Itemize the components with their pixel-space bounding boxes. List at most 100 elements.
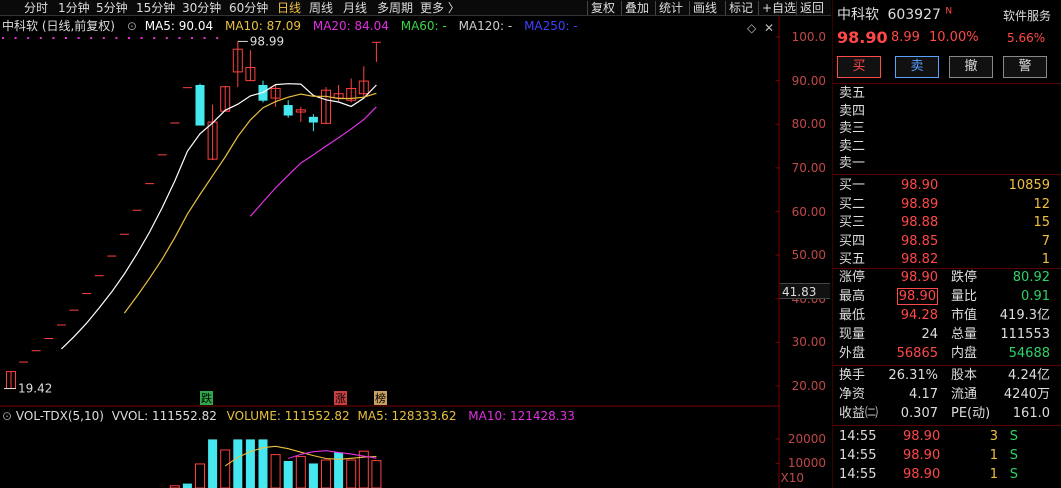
quote-panel: 中科软 603927 N 软件服务 5.66% 98.90 8.99 10.00… <box>832 0 1061 488</box>
buy-level-volume: 7 <box>1041 233 1050 249</box>
buy-level: 买三 98.88 15 <box>833 213 1061 232</box>
toolbar-separator <box>725 1 726 15</box>
volume-bar <box>334 452 344 488</box>
buy-level-price: 98.90 <box>901 178 939 193</box>
candle-body <box>56 324 66 326</box>
buy-level-label: 买一 <box>839 178 866 193</box>
stat-value: 0.91 <box>1021 289 1050 304</box>
candle-body <box>44 338 54 340</box>
period-tab-10[interactable]: 更多 〉 <box>420 0 460 16</box>
volume-bar <box>270 454 281 488</box>
candle-body <box>308 116 318 123</box>
top-dot-marker <box>115 37 118 39</box>
buy-level: 买五 98.82 1 <box>833 250 1061 269</box>
buy-level-price: 98.88 <box>901 215 939 230</box>
toolbar-action-5[interactable]: +自选 <box>762 0 796 16</box>
period-tab-4[interactable]: 30分钟 <box>182 0 221 16</box>
stat-value: 419.3亿 <box>999 308 1050 323</box>
stat-row: 涨停 98.90 跌停 80.92 <box>833 268 1061 287</box>
sell-level: 卖三 <box>833 119 1061 138</box>
volume-label: VOLUME: 111552.82 <box>226 409 350 423</box>
candle-body <box>371 41 381 43</box>
top-dot-marker <box>165 37 168 39</box>
toolbar-separator <box>655 1 656 15</box>
tick-volume: 1 <box>989 448 998 463</box>
period-tab-3[interactable]: 15分钟 <box>136 0 175 16</box>
stat-value: 4240万 <box>1003 387 1050 402</box>
candle-body <box>132 209 142 211</box>
stat-label: 净资 <box>839 387 866 402</box>
toolbar-action-0[interactable]: 复权 <box>591 0 615 16</box>
top-dot-marker <box>27 37 30 39</box>
cancel-order-button[interactable]: 撤 <box>949 56 993 78</box>
stat-label: 市值 <box>951 308 978 323</box>
toolbar-action-1[interactable]: 叠加 <box>625 0 649 16</box>
toolbar-action-2[interactable]: 统计 <box>659 0 683 16</box>
stat-label: 量比 <box>951 289 978 304</box>
buy-level-label: 买二 <box>839 196 866 212</box>
stat-row: 现量 24 总量 111553 <box>833 325 1061 344</box>
stat-value: 111553 <box>1000 327 1050 342</box>
stock-name: 中科软 603927 N <box>837 4 952 24</box>
y-tick-label: 100.0 <box>791 30 826 44</box>
buy-level-price: 98.89 <box>901 196 939 212</box>
stat-value: 24 <box>921 327 938 342</box>
y-tick-label: 30.00 <box>791 335 826 350</box>
volume-bar <box>371 460 382 488</box>
buy-level: 买四 98.85 7 <box>833 232 1061 251</box>
period-tab-2[interactable]: 5分钟 <box>96 0 128 16</box>
volume-bar <box>283 461 293 488</box>
current-price: 98.90 <box>837 28 888 47</box>
sell-button[interactable]: 卖 <box>895 56 939 78</box>
tick-price: 98.90 <box>903 429 941 444</box>
divider <box>833 425 1061 426</box>
tick-time: 14:55 <box>839 467 877 482</box>
period-tab-1[interactable]: 1分钟 <box>58 0 90 16</box>
y-tick-label: 20.00 <box>791 379 826 393</box>
toolbar-action-4[interactable]: 标记 <box>729 0 753 16</box>
stat-value: 161.0 <box>1012 406 1050 421</box>
sell-level-label: 卖四 <box>839 103 866 119</box>
alert-button[interactable]: 警 <box>1003 56 1047 78</box>
volume-bar <box>321 459 331 488</box>
tick-row: 14:55 98.90 3 S <box>833 427 1061 446</box>
period-tab-9[interactable]: 多周期 <box>377 0 413 16</box>
y-tick-label: 90.00 <box>791 73 826 88</box>
period-tab-0[interactable]: 分时 <box>24 0 48 16</box>
candle-body <box>31 350 41 352</box>
sell-level-label: 卖一 <box>839 156 866 171</box>
vol-settings-icon[interactable]: ⊙ <box>2 409 12 423</box>
sector-name[interactable]: 软件服务 <box>1003 7 1051 24</box>
volume-bar <box>195 463 205 488</box>
stat-label: 外盘 <box>839 346 866 361</box>
stat-row: 外盘 56865 内盘 54688 <box>833 344 1061 363</box>
period-tab-6[interactable]: 日线 <box>277 0 301 16</box>
stat-value: 80.92 <box>1012 270 1050 285</box>
period-tab-7[interactable]: 周线 <box>309 0 333 16</box>
buy-button[interactable]: 买 <box>837 56 881 78</box>
period-tab-8[interactable]: 月线 <box>343 0 367 16</box>
stat-value: 94.28 <box>900 308 938 323</box>
stat-value: 0.307 <box>900 406 938 421</box>
top-dot-marker <box>178 37 181 39</box>
current-price-tag: 41.83 <box>780 282 830 299</box>
buy-level: 买二 98.89 12 <box>833 195 1061 214</box>
top-dot-marker <box>216 37 219 39</box>
stat-value: 56865 <box>896 346 938 361</box>
stat-label: 跌停 <box>951 270 978 285</box>
price-axis: 20.0030.0040.0050.0060.0070.0080.0090.00… <box>780 16 830 488</box>
toolbar-separator <box>621 1 622 15</box>
sector-pct: 5.66% <box>1007 31 1046 45</box>
period-tab-5[interactable]: 60分钟 <box>229 0 268 16</box>
toolbar-action-6[interactable]: 返回 <box>800 0 824 16</box>
volume-bar <box>258 439 268 488</box>
stat-row: 最低 94.28 市值 419.3亿 <box>833 306 1061 325</box>
sell-level-label: 卖五 <box>839 86 866 101</box>
stat-value: 54688 <box>1008 346 1050 361</box>
rise-marker: 涨 <box>335 392 346 405</box>
toolbar-action-3[interactable]: 画线 <box>693 0 717 16</box>
price-change: 8.99 <box>891 30 920 45</box>
buy-level-volume: 12 <box>1033 196 1050 212</box>
tick-time: 14:55 <box>839 429 877 444</box>
buy-level-price: 98.82 <box>901 252 939 267</box>
